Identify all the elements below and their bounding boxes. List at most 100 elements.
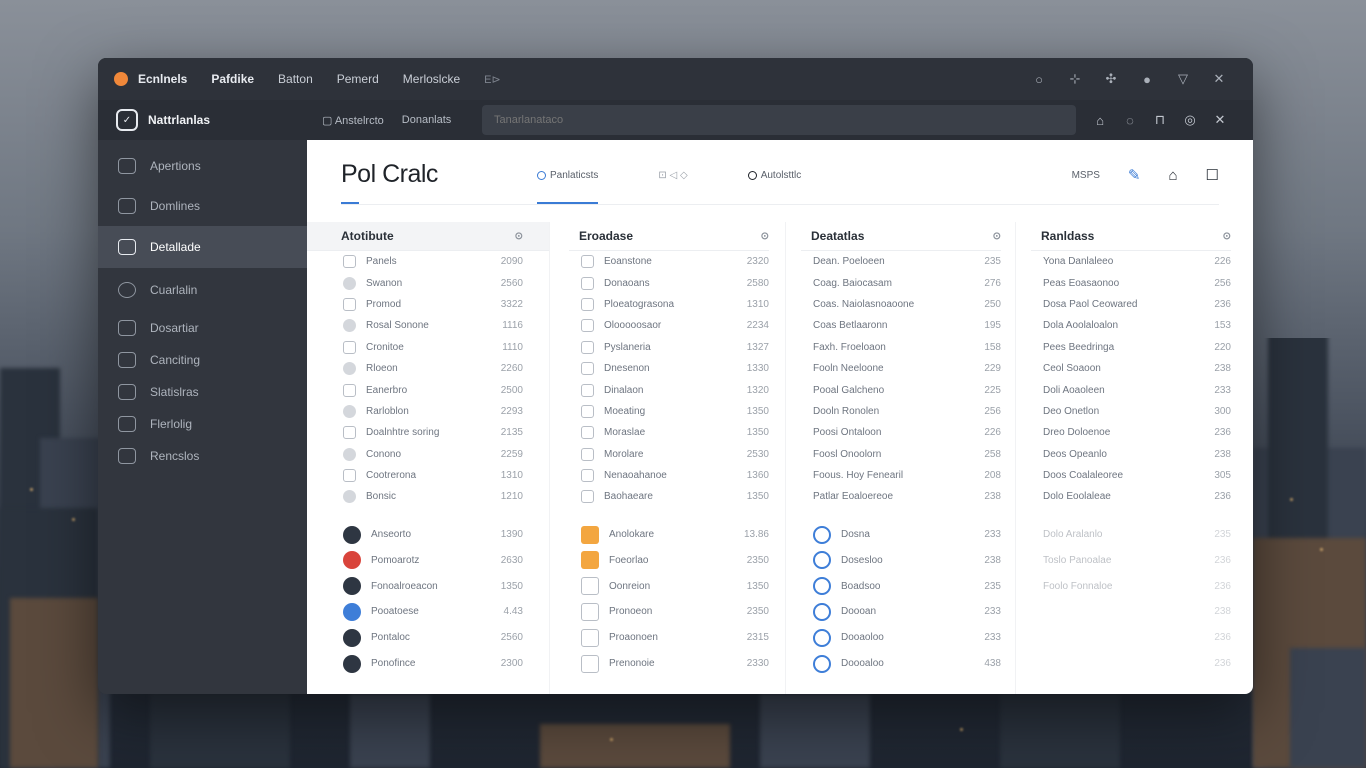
list-item[interactable]: Yona Danlaleeo 226 — [1031, 251, 1231, 272]
list-item[interactable]: Dooaoloo 233 — [801, 625, 1001, 651]
edit-icon[interactable]: ✎ — [1128, 166, 1141, 184]
list-item[interactable]: Dolo Eoolaleae 236 — [1031, 486, 1231, 507]
list-item[interactable]: 236 — [1031, 625, 1231, 651]
list-item[interactable]: Boadsoo 235 — [801, 573, 1001, 599]
list-item[interactable]: Promod 3322 — [307, 294, 549, 315]
list-item[interactable]: Doooan 233 — [801, 599, 1001, 625]
toolbar-link[interactable]: ▢ Anstelrcto — [322, 114, 384, 127]
list-item[interactable]: Dosesloo 238 — [801, 547, 1001, 573]
list-item[interactable]: Dosna 233 — [801, 522, 1001, 548]
list-item[interactable]: Faxh. Froeloaon 158 — [801, 337, 1001, 358]
list-item[interactable]: Doooaloo 438 — [801, 651, 1001, 677]
list-item[interactable]: Dooln Ronolen 256 — [801, 401, 1001, 422]
list-item[interactable]: Poosi Ontaloon 226 — [801, 422, 1001, 443]
list-item[interactable]: Dolo Aralanlo 235 — [1031, 522, 1231, 548]
list-item[interactable]: Eanerbro 2500 — [307, 379, 549, 400]
list-item[interactable]: Foous. Hoy Fenearil 208 — [801, 465, 1001, 486]
list-item[interactable]: Proaonoen 2315 — [569, 625, 769, 651]
list-item[interactable]: Deo Onetlon 300 — [1031, 401, 1231, 422]
search-input[interactable] — [482, 105, 1076, 135]
sort-icon[interactable]: ⊙ — [761, 231, 769, 242]
sidebar-item-detallade[interactable]: Detallade — [98, 226, 307, 268]
list-item[interactable]: Foolo Fonnaloe 236 — [1031, 573, 1231, 599]
list-item[interactable]: Foosl Onoolorn 258 — [801, 444, 1001, 465]
list-item[interactable]: Moraslae 1350 — [569, 422, 769, 443]
list-item[interactable]: Dola Aoolaloalon 153 — [1031, 315, 1231, 336]
sidebar-item-cuarlalin[interactable]: Cuarlalin — [98, 268, 307, 312]
sidebar-item-canciting[interactable]: Canciting — [98, 344, 307, 376]
list-item[interactable]: Bonsic 1210 — [307, 486, 549, 507]
move-icon[interactable]: ✣ — [1093, 71, 1129, 87]
list-item[interactable]: Pooatoese 4.43 — [307, 599, 549, 625]
list-item[interactable]: Ponofince 2300 — [307, 651, 549, 677]
list-item[interactable]: Dosa Paol Ceowared 236 — [1031, 294, 1231, 315]
column-header[interactable]: Deatatlas ⊙ — [801, 222, 1001, 251]
list-item[interactable]: Pyslaneria 1327 — [569, 337, 769, 358]
list-item[interactable]: Pooal Galcheno 225 — [801, 379, 1001, 400]
list-item[interactable]: Dnesenon 1330 — [569, 358, 769, 379]
list-item[interactable]: Rosal Sonone 1116 — [307, 315, 549, 336]
close-icon[interactable]: ✕ — [1201, 71, 1237, 87]
list-item[interactable]: Pomoarotz 2630 — [307, 547, 549, 573]
list-item[interactable]: Toslo Panoalae 236 — [1031, 547, 1231, 573]
list-item[interactable]: Prenonoie 2330 — [569, 651, 769, 677]
app-status-dot[interactable] — [114, 72, 128, 86]
close-icon[interactable]: ✕ — [1205, 112, 1235, 128]
list-item[interactable]: Foeorlao 2350 — [569, 547, 769, 573]
list-item[interactable]: Cootrerona 1310 — [307, 465, 549, 486]
list-item[interactable]: Conono 2259 — [307, 444, 549, 465]
list-item[interactable]: Doalnhtre soring 2135 — [307, 422, 549, 443]
tab-icons[interactable]: ⊡ ◁ ◇ — [658, 170, 687, 181]
menu-item[interactable]: Merloslcke — [403, 72, 460, 86]
list-item[interactable]: Olooooosaor 2234 — [569, 315, 769, 336]
list-item[interactable]: Panels 2090 — [307, 251, 549, 272]
sort-icon[interactable]: ⊙ — [515, 231, 523, 242]
list-item[interactable]: Coas Betlaaronn 195 — [801, 315, 1001, 336]
home-icon[interactable]: ⌂ — [1168, 167, 1177, 184]
sort-icon[interactable]: ⊙ — [993, 231, 1001, 242]
list-item[interactable]: Deos Opeanlo 238 — [1031, 444, 1231, 465]
list-item[interactable]: Moeating 1350 — [569, 401, 769, 422]
shape-icon[interactable]: ⌂ — [1085, 113, 1115, 128]
toolbar-link[interactable]: Donanlats — [402, 114, 452, 126]
list-item[interactable]: Fonoalroeacon 1350 — [307, 573, 549, 599]
list-item[interactable]: Coag. Baiocasam 276 — [801, 272, 1001, 293]
list-item[interactable]: Rarloblon 2293 — [307, 401, 549, 422]
column-header[interactable]: Atotibute ⊙ — [307, 222, 549, 251]
list-item[interactable]: Fooln Neeloone 229 — [801, 358, 1001, 379]
sidebar-item-flerlolig[interactable]: Flerlolig — [98, 408, 307, 440]
sidebar-item-rencslos[interactable]: Rencslos — [98, 440, 307, 472]
list-item[interactable]: Peas Eoasaonoo 256 — [1031, 272, 1231, 293]
sort-icon[interactable]: ⊙ — [1223, 231, 1231, 242]
menu-item[interactable]: Batton — [278, 72, 313, 86]
sidebar-item-slatislras[interactable]: Slatislras — [98, 376, 307, 408]
column-header[interactable]: Ranldass ⊙ — [1031, 222, 1231, 251]
list-item[interactable]: Dinalaon 1320 — [569, 379, 769, 400]
list-item[interactable]: Oonreion 1350 — [569, 573, 769, 599]
list-item[interactable]: Donaoans 2580 — [569, 272, 769, 293]
list-item[interactable]: Pronoeon 2350 — [569, 599, 769, 625]
user-icon[interactable]: ◎ — [1175, 112, 1205, 128]
list-item[interactable]: Coas. Naiolasnoaoone 250 — [801, 294, 1001, 315]
list-item[interactable]: Pees Beedringa 220 — [1031, 337, 1231, 358]
tab-autolsttlc[interactable]: Autolsttlc — [747, 170, 801, 181]
list-item[interactable]: Morolare 2530 — [569, 444, 769, 465]
record-icon[interactable]: ● — [1129, 72, 1165, 87]
list-item[interactable]: Anolokare 13.86 — [569, 522, 769, 548]
list-item[interactable]: Doli Aoaoleen 233 — [1031, 379, 1231, 400]
list-item[interactable]: Eoanstone 2320 — [569, 251, 769, 272]
circle-icon[interactable]: ○ — [1021, 72, 1057, 87]
column-header[interactable]: Eroadase ⊙ — [569, 222, 769, 251]
sidebar-item-domlines[interactable]: Domlines — [98, 186, 307, 226]
list-item[interactable]: Doos Coalaleoree 305 — [1031, 465, 1231, 486]
list-item[interactable]: 236 — [1031, 651, 1231, 677]
chevron-down-icon[interactable]: ▽ — [1165, 71, 1201, 87]
list-item[interactable]: Pontaloc 2560 — [307, 625, 549, 651]
list-item[interactable]: Rloeon 2260 — [307, 358, 549, 379]
sidebar-item-apertions[interactable]: Apertions — [98, 146, 307, 186]
list-item[interactable]: Swanon 2560 — [307, 272, 549, 293]
brand[interactable]: ✓ Nattrlanlas — [98, 109, 308, 131]
crosshair-icon[interactable]: ⊹ — [1057, 71, 1093, 87]
list-item[interactable]: Dean. Poeloeen 235 — [801, 251, 1001, 272]
list-item[interactable]: 238 — [1031, 599, 1231, 625]
